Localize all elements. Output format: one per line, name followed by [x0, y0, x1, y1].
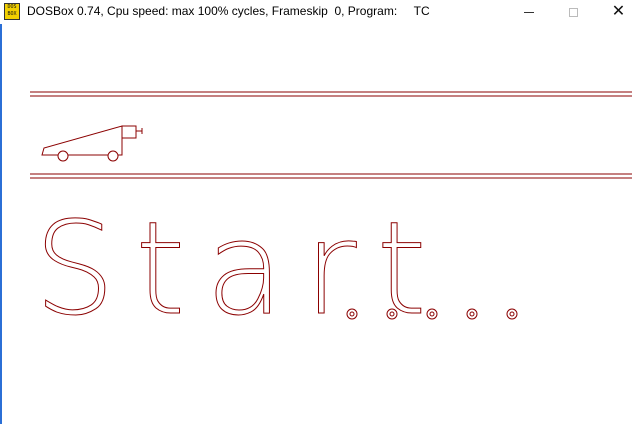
title-bar[interactable]: DOS BOX DOSBox 0.74, Cpu speed: max 100%… — [0, 0, 640, 24]
minimize-icon — [523, 11, 534, 13]
car-cab — [121, 125, 137, 139]
window-title: DOSBox 0.74, Cpu speed: max 100% cycles,… — [27, 4, 430, 18]
ellipsis-dot-inner — [509, 311, 515, 317]
maximize-button[interactable] — [551, 0, 596, 24]
ellipsis-dot-inner — [469, 311, 475, 317]
car-wheel-front — [57, 150, 69, 162]
ellipsis-dot — [506, 308, 518, 320]
maximize-icon — [569, 7, 578, 17]
close-icon: ✕ — [611, 3, 626, 20]
close-button[interactable]: ✕ — [596, 0, 640, 24]
dosbox-icon[interactable]: DOS BOX — [4, 3, 20, 20]
car-body — [41, 125, 123, 156]
start-text: Start — [34, 195, 447, 344]
car-wheel-rear — [107, 150, 119, 162]
ellipsis-dot — [466, 308, 478, 320]
car-drawing — [41, 125, 143, 162]
minimize-button[interactable] — [506, 0, 551, 24]
